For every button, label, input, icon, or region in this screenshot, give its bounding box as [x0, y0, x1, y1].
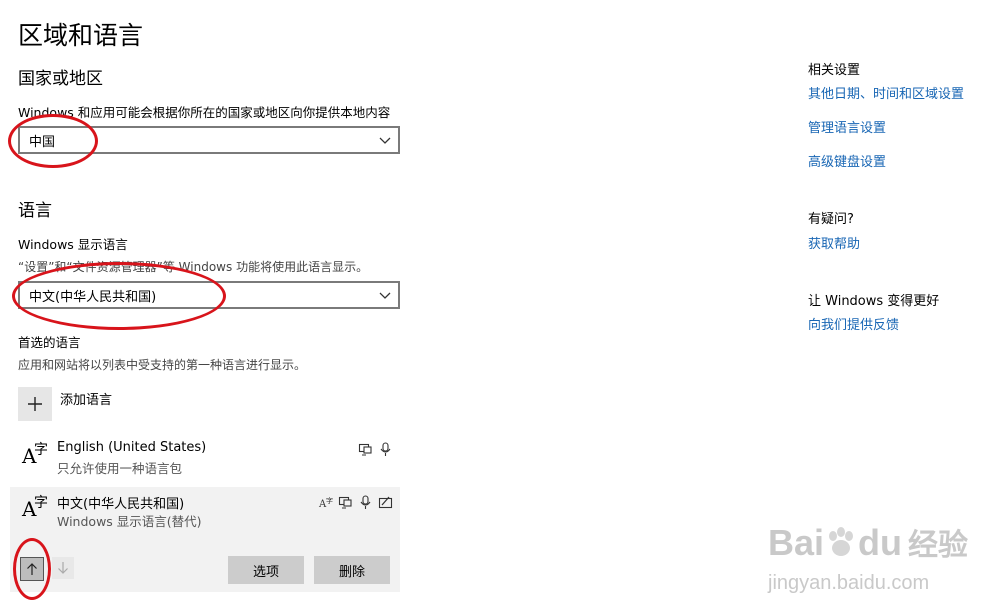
- language-name: English (United States): [57, 440, 207, 455]
- display-feature-icon: [338, 496, 352, 509]
- microphone-icon: [360, 495, 371, 509]
- handwriting-icon: [378, 496, 393, 509]
- arrow-down-icon: [58, 562, 68, 574]
- language-status: 只允许使用一种语言包: [57, 461, 183, 476]
- page-title: 区域和语言: [18, 21, 144, 50]
- microphone-icon: [380, 442, 391, 456]
- language-icon: A字: [22, 495, 48, 521]
- display-feature-icon: [358, 443, 372, 456]
- language-pack-icon: A字: [318, 496, 333, 510]
- watermark-brand-right: du: [858, 522, 903, 563]
- region-select[interactable]: 中国: [18, 126, 400, 154]
- preferred-language-label: 首选的语言: [18, 335, 81, 350]
- language-icon: A字: [22, 442, 48, 468]
- manage-language-link[interactable]: 管理语言设置: [808, 117, 886, 136]
- feedback-heading: 让 Windows 变得更好: [808, 294, 940, 309]
- options-button[interactable]: 选项: [228, 556, 304, 584]
- watermark-logo: Bai du 经验: [768, 520, 968, 564]
- display-language-value: 中文(中华人民共和国): [29, 290, 157, 305]
- language-item-english[interactable]: A字 English (United States) 只允许使用一种语言包: [10, 434, 400, 488]
- language-status: Windows 显示语言(替代): [57, 514, 202, 529]
- feedback-link[interactable]: 向我们提供反馈: [808, 314, 899, 333]
- region-select-value: 中国: [29, 135, 56, 150]
- chevron-down-icon: [379, 292, 391, 299]
- advanced-keyboard-link[interactable]: 高级键盘设置: [808, 151, 886, 170]
- get-help-link[interactable]: 获取帮助: [808, 233, 860, 252]
- region-heading: 国家或地区: [18, 69, 103, 89]
- arrow-up-icon: [27, 563, 37, 575]
- add-language-label[interactable]: 添加语言: [60, 389, 112, 408]
- watermark-brand-cn: 经验: [908, 529, 969, 562]
- date-time-region-link[interactable]: 其他日期、时间和区域设置: [808, 83, 964, 102]
- preferred-language-description: 应用和网站将以列表中受支持的第一种语言进行显示。: [18, 358, 307, 372]
- display-language-label: Windows 显示语言: [18, 237, 128, 252]
- display-language-description: “设置”和“文件资源管理器”等 Windows 功能将使用此语言显示。: [18, 260, 369, 274]
- add-language-button[interactable]: [18, 387, 52, 421]
- language-name: 中文(中华人民共和国): [57, 497, 185, 512]
- paw-icon: [829, 527, 854, 556]
- language-heading: 语言: [18, 201, 52, 221]
- move-down-button[interactable]: [52, 557, 74, 579]
- plus-icon: [28, 397, 42, 411]
- chevron-down-icon: [379, 137, 391, 144]
- display-language-select[interactable]: 中文(中华人民共和国): [18, 281, 400, 309]
- question-heading: 有疑问?: [808, 212, 854, 227]
- watermark-brand-left: Bai: [768, 522, 825, 563]
- region-description: Windows 和应用可能会根据你所在的国家或地区向你提供本地内容: [18, 105, 391, 120]
- watermark-url: jingyan.baidu.com: [768, 572, 930, 594]
- svg-text:字: 字: [326, 496, 333, 505]
- move-up-button[interactable]: [20, 557, 44, 581]
- related-settings-heading: 相关设置: [808, 63, 861, 78]
- remove-button[interactable]: 删除: [314, 556, 390, 584]
